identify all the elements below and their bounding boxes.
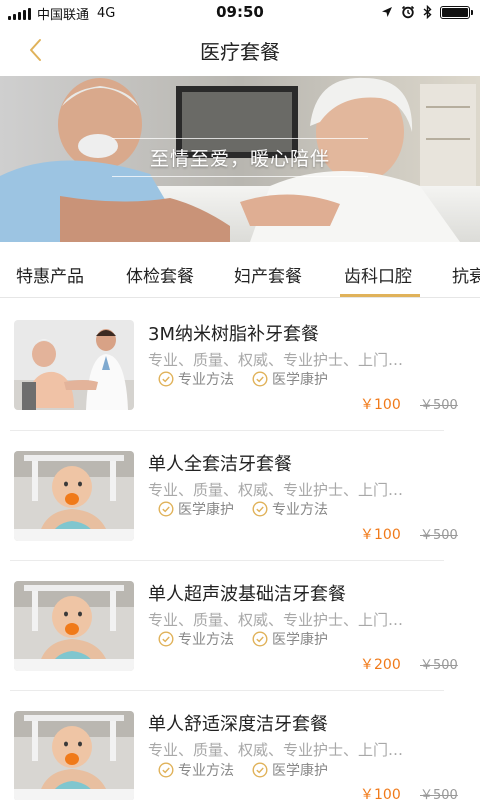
check-circle-icon — [158, 501, 174, 517]
product-tag: 专业方法 — [158, 369, 234, 389]
product-description: 专业、质量、权威、专业护士、上门… — [148, 351, 404, 369]
product-title[interactable]: 单人全套洁牙套餐 — [148, 450, 292, 476]
tab-checkup-packages[interactable]: 体检套餐 — [126, 262, 194, 287]
product-price: ￥200 — [360, 657, 401, 673]
product-tag-label: 医学康护 — [272, 372, 328, 388]
battery-icon — [440, 5, 473, 19]
product-tag: 医学康护 — [252, 629, 328, 649]
check-circle-icon — [158, 762, 174, 778]
bluetooth-icon — [423, 5, 432, 19]
product-tag-label: 专业方法 — [178, 632, 234, 648]
location-icon — [382, 7, 392, 17]
tab-dental-oral[interactable]: 齿科口腔 — [344, 262, 412, 287]
nurse-elderly-photo — [14, 320, 134, 410]
product-thumbnail — [14, 320, 134, 410]
product-original-price: ￥500 — [420, 398, 458, 413]
baby-photo — [14, 711, 134, 800]
product-price: ￥100 — [360, 787, 401, 800]
status-bar: 中国联通 4G 09:50 — [0, 0, 480, 24]
check-circle-icon — [252, 631, 268, 647]
product-tag-label: 医学康护 — [178, 502, 234, 518]
product-tag-label: 医学康护 — [272, 632, 328, 648]
product-thumbnail — [14, 451, 134, 541]
product-description: 专业、质量、权威、专业护士、上门… — [148, 741, 404, 759]
check-circle-icon — [252, 501, 268, 517]
product-tag-label: 专业方法 — [272, 502, 328, 518]
product-tag: 医学康护 — [252, 369, 328, 389]
product-tag-label: 专业方法 — [178, 372, 234, 388]
status-right — [381, 5, 473, 19]
page-title: 医疗套餐 — [200, 40, 280, 64]
product-original-price: ￥500 — [420, 788, 458, 800]
product-tag-label: 医学康护 — [272, 763, 328, 779]
product-price: ￥100 — [360, 397, 401, 413]
product-description: 专业、质量、权威、专业护士、上门… — [148, 481, 404, 499]
product-title[interactable]: 单人舒适深度洁牙套餐 — [148, 710, 328, 736]
alarm-icon — [401, 5, 415, 19]
banner-line-top — [112, 138, 368, 139]
banner[interactable]: 至情至爱，暖心陪伴 — [0, 76, 480, 242]
nav-bar: 医疗套餐 — [0, 24, 480, 76]
product-original-price: ￥500 — [420, 658, 458, 673]
check-circle-icon — [252, 371, 268, 387]
check-circle-icon — [252, 762, 268, 778]
active-tab-indicator — [340, 294, 420, 297]
product-title[interactable]: 单人超声波基础洁牙套餐 — [148, 580, 346, 606]
product-thumbnail — [14, 711, 134, 800]
category-tabs: 特惠产品 体检套餐 妇产套餐 齿科口腔 抗衰 — [0, 250, 480, 298]
banner-line-bottom — [112, 176, 368, 177]
tab-special-products[interactable]: 特惠产品 — [16, 262, 84, 287]
product-tag: 专业方法 — [158, 629, 234, 649]
product-description: 专业、质量、权威、专业护士、上门… — [148, 611, 404, 629]
banner-caption: 至情至爱，暖心陪伴 — [149, 148, 330, 170]
tab-anti-aging[interactable]: 抗衰 — [452, 262, 480, 287]
product-tag-label: 专业方法 — [178, 763, 234, 779]
tab-maternity-packages[interactable]: 妇产套餐 — [234, 262, 302, 287]
product-tag: 医学康护 — [158, 499, 234, 519]
product-title[interactable]: 3M纳米树脂补牙套餐 — [148, 320, 319, 346]
product-tag: 专业方法 — [158, 760, 234, 780]
product-thumbnail — [14, 581, 134, 671]
check-circle-icon — [158, 631, 174, 647]
baby-photo — [14, 581, 134, 671]
product-tag: 专业方法 — [252, 499, 328, 519]
product-original-price: ￥500 — [420, 528, 458, 543]
product-price: ￥100 — [360, 527, 401, 543]
battery-fill — [442, 7, 468, 17]
check-circle-icon — [158, 371, 174, 387]
product-tag: 医学康护 — [252, 760, 328, 780]
baby-photo — [14, 451, 134, 541]
